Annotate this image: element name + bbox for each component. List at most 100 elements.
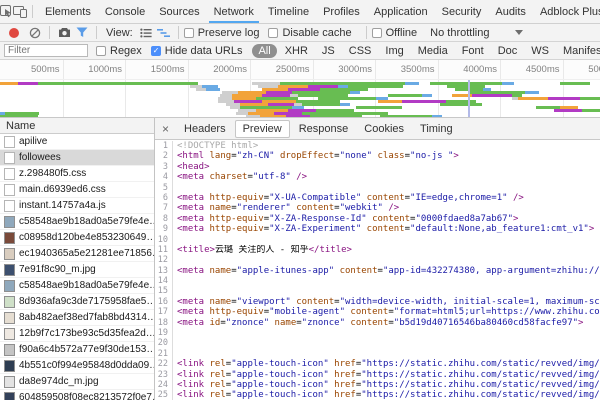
tab-security[interactable]: Security xyxy=(435,0,489,23)
request-name: z.298480f5.css xyxy=(19,168,86,179)
code-line: 12 xyxy=(155,255,600,265)
tab-profiles[interactable]: Profiles xyxy=(316,0,367,23)
code-token: charset xyxy=(204,172,247,182)
filter-funnel-icon[interactable] xyxy=(73,25,91,41)
request-row[interactable]: da8e974dc_m.jpg xyxy=(0,374,154,390)
request-row[interactable]: main.d6939ed6.css xyxy=(0,182,154,198)
filter-pill-all[interactable]: All xyxy=(252,44,276,58)
view-waterfall-icon[interactable] xyxy=(155,25,173,41)
detail-tab-timing[interactable]: Timing xyxy=(413,121,460,137)
code-text xyxy=(173,255,600,265)
request-row[interactable]: apilive xyxy=(0,134,154,150)
request-row[interactable]: 12b9f7c173be93c5d35fea2d… xyxy=(0,326,154,342)
filter-pill-doc[interactable]: Doc xyxy=(492,44,524,58)
filter-pill-js[interactable]: JS xyxy=(316,44,341,58)
request-row[interactable]: ec1940365a5e21281ee71856… xyxy=(0,246,154,262)
waterfall-overview[interactable] xyxy=(0,80,600,118)
code-token: "mobile-agent" xyxy=(269,307,345,317)
code-token: "apple-touch-icon" xyxy=(231,370,329,380)
view-label: View: xyxy=(106,27,133,39)
code-token: "default:None,ab_feature1:cmt_v1" xyxy=(410,224,589,234)
record-button[interactable] xyxy=(9,28,19,38)
tab-console[interactable]: Console xyxy=(98,0,152,23)
request-row[interactable]: 604859508f08ec8213572f0e7… xyxy=(0,390,154,400)
code-text: <meta http-equiv="mobile-agent" content=… xyxy=(173,307,600,317)
close-icon[interactable]: × xyxy=(155,122,176,136)
disable-cache-checkbox[interactable]: Disable cache xyxy=(268,27,351,39)
waterfall-segment xyxy=(302,103,340,106)
code-text: <meta id="znonce" name="znonce" content=… xyxy=(173,318,600,328)
device-toolbar-icon[interactable] xyxy=(13,1,27,23)
request-row[interactable]: 4b551c0f994e95848d0dda09… xyxy=(0,358,154,374)
request-row[interactable]: 7e91f8c90_m.jpg xyxy=(0,262,154,278)
filter-pill-css[interactable]: CSS xyxy=(343,44,378,58)
preserve-log-checkbox[interactable]: Preserve log xyxy=(184,27,260,39)
request-row[interactable]: followees xyxy=(0,150,154,166)
filter-pill-ws[interactable]: WS xyxy=(525,44,555,58)
checkbox-icon[interactable] xyxy=(184,28,194,38)
detail-tab-preview[interactable]: Preview xyxy=(235,120,290,138)
hide-data-urls-checkbox[interactable]: Hide data URLs xyxy=(151,45,243,57)
code-token: class xyxy=(372,151,405,161)
image-file-icon xyxy=(4,232,15,244)
tab-timeline[interactable]: Timeline xyxy=(261,0,316,23)
code-line: 20 xyxy=(155,338,600,348)
waterfall-segment xyxy=(388,94,422,97)
clear-icon[interactable] xyxy=(26,25,44,41)
ruler-tick: 2000ms xyxy=(213,64,250,75)
document-file-icon xyxy=(4,200,15,212)
view-list-icon[interactable] xyxy=(137,25,155,41)
tab-application[interactable]: Application xyxy=(367,0,435,23)
divider xyxy=(96,26,97,39)
tab-sources[interactable]: Sources xyxy=(152,0,206,23)
request-row[interactable]: f90a6c4b572a77e9f30de153… xyxy=(0,342,154,358)
tab-audits[interactable]: Audits xyxy=(488,0,533,23)
code-token: lang xyxy=(204,151,231,161)
request-row[interactable]: c58548ae9b18ad0a5e79fe4e… xyxy=(0,214,154,230)
offline-checkbox[interactable]: Offline xyxy=(372,27,418,39)
code-token: "apple-touch-icon" xyxy=(231,359,329,369)
filter-pill-font[interactable]: Font xyxy=(456,44,490,58)
checkbox-icon[interactable] xyxy=(268,28,278,38)
request-row[interactable]: c58548ae9b18ad0a5e79fe4e… xyxy=(0,278,154,294)
checkbox-icon[interactable] xyxy=(372,28,382,38)
preserve-log-label: Preserve log xyxy=(198,27,260,39)
request-row[interactable]: 8ab482aef38ed7fab8bd4314… xyxy=(0,310,154,326)
request-row[interactable]: c08958d120be4e853230649… xyxy=(0,230,154,246)
ruler-tick: 1500ms xyxy=(151,64,188,75)
code-token: <meta xyxy=(177,172,204,182)
name-column-header[interactable]: Name xyxy=(0,118,154,134)
code-token: "apple-touch-icon" xyxy=(231,390,329,400)
detail-tab-cookies[interactable]: Cookies xyxy=(357,121,411,137)
devtools-window: ElementsConsoleSourcesNetworkTimelinePro… xyxy=(0,0,600,400)
tab-adblock-plus[interactable]: Adblock Plus xyxy=(533,0,600,23)
code-token: <meta xyxy=(177,318,204,328)
filter-pill-xhr[interactable]: XHR xyxy=(279,44,314,58)
screenshot-camera-icon[interactable] xyxy=(55,25,73,41)
regex-checkbox[interactable]: Regex xyxy=(96,45,142,57)
tab-elements[interactable]: Elements xyxy=(38,0,98,23)
request-row[interactable]: z.298480f5.css xyxy=(0,166,154,182)
detail-tab-response[interactable]: Response xyxy=(292,121,356,137)
filter-pill-manifest[interactable]: Manifest xyxy=(557,44,600,58)
tab-network[interactable]: Network xyxy=(207,0,261,23)
code-text: <head> xyxy=(173,162,600,172)
image-file-icon xyxy=(4,216,15,228)
filter-pill-media[interactable]: Media xyxy=(412,44,454,58)
filter-input[interactable] xyxy=(4,44,88,57)
inspect-element-icon[interactable] xyxy=(0,1,13,23)
gridline xyxy=(375,60,376,79)
code-token: /> xyxy=(508,193,524,203)
checkbox-icon[interactable] xyxy=(151,46,161,56)
checkbox-icon[interactable] xyxy=(96,46,106,56)
request-row[interactable]: 8d936afa9c3de7175958fae5… xyxy=(0,294,154,310)
line-number: 3 xyxy=(155,162,173,172)
code-token: href xyxy=(329,390,356,400)
waterfall-segment xyxy=(554,109,582,112)
preview-code-view: 1<!DOCTYPE html>2<html lang="zh-CN" drop… xyxy=(155,140,600,400)
throttling-select[interactable]: No throttling xyxy=(430,27,489,39)
filter-pill-img[interactable]: Img xyxy=(379,44,409,58)
detail-tab-headers[interactable]: Headers xyxy=(177,121,233,137)
waterfall-bar xyxy=(356,106,402,109)
request-row[interactable]: instant.14757a4a.js xyxy=(0,198,154,214)
